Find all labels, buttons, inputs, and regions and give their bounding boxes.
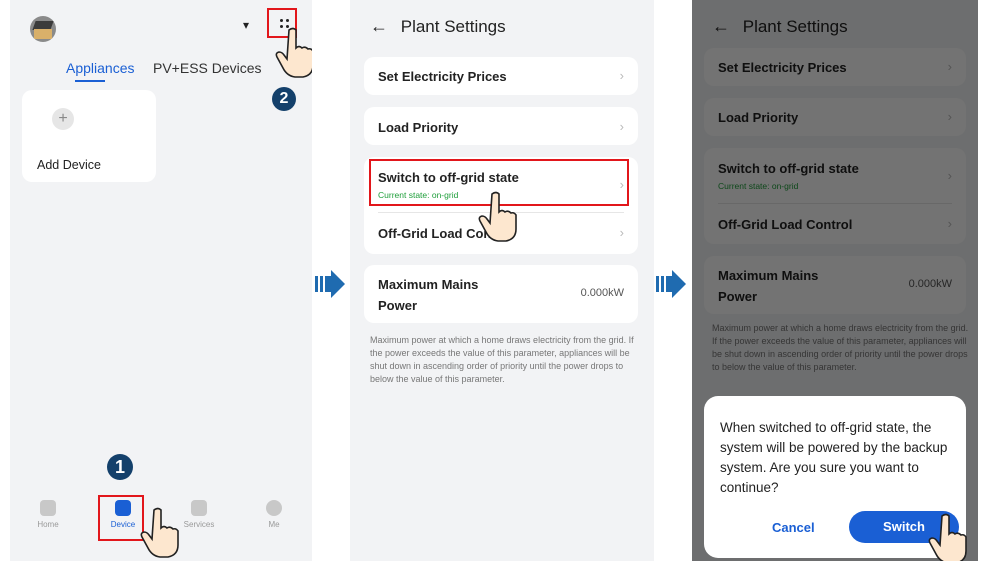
step-badge-1: 1	[107, 454, 133, 480]
set-electricity-prices-item[interactable]: Set Electricity Prices ›	[364, 57, 638, 95]
panel-devices-screen: ▾ 2 Appliances PV+ESS Devices + Add Devi…	[10, 0, 312, 561]
page-header: ← Plant Settings	[370, 16, 506, 37]
next-step-arrow-icon	[656, 268, 688, 300]
item-label: Maximum Mains Power	[378, 277, 479, 313]
confirm-dialog: When switched to off-grid state, the sys…	[704, 396, 966, 558]
item-label: Set Electricity Prices	[378, 69, 507, 84]
page-title: Plant Settings	[400, 17, 506, 36]
add-device-label: Add Device	[37, 158, 101, 172]
tap-hand-icon	[928, 512, 968, 561]
nav-home[interactable]: Home	[18, 500, 78, 529]
device-highlight-box	[98, 495, 144, 541]
tab-underline	[75, 80, 105, 82]
me-icon	[266, 500, 282, 516]
chevron-right-icon: ›	[619, 119, 624, 134]
tab-appliances[interactable]: Appliances	[66, 60, 135, 76]
plus-icon: +	[52, 108, 74, 130]
plant-dropdown-icon[interactable]: ▾	[243, 18, 249, 32]
item-label: Load Priority	[378, 120, 459, 135]
tap-hand-icon	[140, 506, 180, 558]
chevron-right-icon: ›	[619, 225, 624, 240]
tap-hand-icon	[478, 190, 518, 242]
more-dots-icon	[280, 19, 283, 22]
nav-me-label: Me	[268, 520, 280, 529]
home-icon	[40, 500, 56, 516]
dialog-message: When switched to off-grid state, the sys…	[720, 420, 948, 495]
nav-services-label: Services	[183, 520, 215, 529]
panel-switch-confirmation: ← Plant Settings Set Electricity Prices …	[692, 0, 978, 561]
add-device-card[interactable]: + Add Device	[22, 90, 156, 182]
tab-pv-ess-devices[interactable]: PV+ESS Devices	[153, 60, 262, 76]
plant-avatar[interactable]	[30, 16, 56, 42]
maximum-mains-power-item[interactable]: Maximum Mains Power 0.000kW	[364, 265, 638, 323]
nav-me[interactable]: Me	[244, 500, 304, 529]
step-badge-2: 2	[272, 87, 296, 111]
next-step-arrow-icon	[315, 268, 347, 300]
cancel-button[interactable]: Cancel	[772, 520, 815, 535]
chevron-right-icon: ›	[619, 68, 624, 83]
nav-home-label: Home	[37, 520, 59, 529]
back-arrow-icon[interactable]: ←	[370, 16, 388, 36]
panel-plant-settings: ← Plant Settings Set Electricity Prices …	[350, 0, 654, 561]
load-priority-item[interactable]: Load Priority ›	[364, 107, 638, 145]
max-power-description: Maximum power at which a home draws elec…	[370, 335, 634, 385]
services-icon	[191, 500, 207, 516]
max-power-value: 0.000kW	[580, 287, 624, 299]
tap-hand-icon	[275, 26, 312, 78]
